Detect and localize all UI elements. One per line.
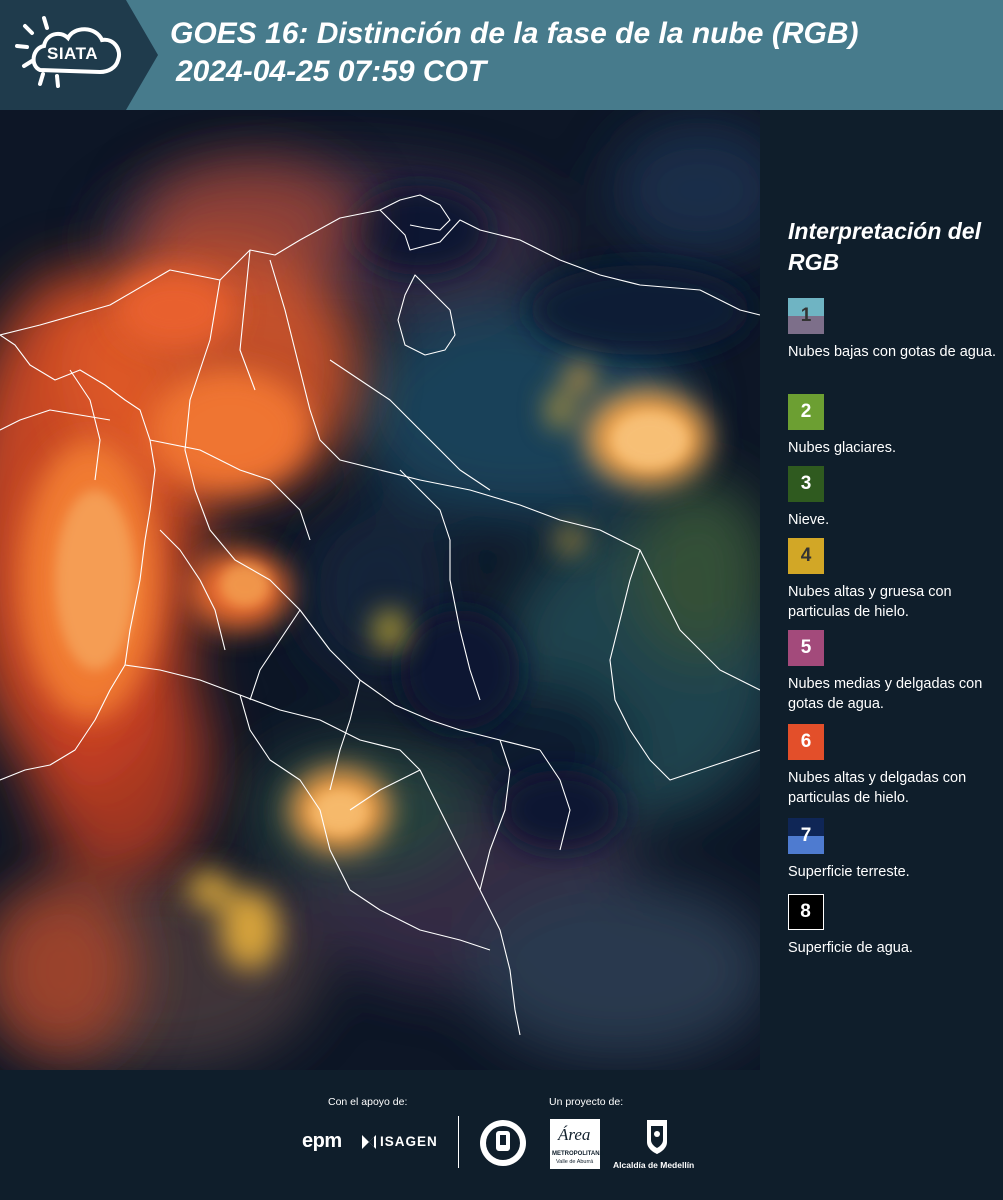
legend-swatch-3: 3 <box>788 466 824 502</box>
legend-label: Nubes altas y gruesa con particulas de h… <box>788 584 952 620</box>
epm-logo: epm <box>302 1130 342 1152</box>
legend-panel: Interpretación del RGB 1 Nubes bajas con… <box>760 110 1003 1070</box>
legend-swatch-5: 5 <box>788 630 824 666</box>
legend-number: 5 <box>800 637 812 658</box>
isagen-icon <box>362 1135 376 1149</box>
legend-number: 2 <box>800 401 812 422</box>
satellite-map <box>0 110 760 1070</box>
medellin-seal-icon <box>480 1120 526 1166</box>
legend-number: 3 <box>800 473 812 494</box>
siata-logo-text: SIATA <box>47 44 98 63</box>
legend-label: Superficie de agua. <box>788 940 913 956</box>
support-label: Con el apoyo de: <box>328 1096 408 1108</box>
legend-number: 1 <box>800 305 812 326</box>
project-label: Un proyecto de: <box>549 1096 624 1108</box>
alcaldia-caption: Alcaldía de Medellín <box>613 1160 695 1170</box>
legend-swatch-2: 2 <box>788 394 824 430</box>
page-timestamp: 2024-04-25 07:59 COT <box>176 55 487 88</box>
footer-divider <box>458 1116 459 1168</box>
legend-title: Interpretación del RGB <box>788 218 981 275</box>
legend-swatch-6: 6 <box>788 724 824 760</box>
area-logo-text: Área <box>558 1125 591 1144</box>
footer: Con el apoyo de: Un proyecto de: epm ISA… <box>0 1070 1003 1200</box>
legend-label: Superficie terreste. <box>788 864 910 880</box>
area-logo-subcaption: Valle de Aburrá <box>556 1159 594 1165</box>
legend-label: Nubes altas y delgadas con particulas de… <box>788 770 967 806</box>
legend-swatch-1: 1 <box>788 298 824 334</box>
legend-label: Nubes medias y delgadas con gotas de agu… <box>788 676 983 712</box>
legend-swatch-4: 4 <box>788 538 824 574</box>
legend-label: Nubes bajas con gotas de agua. <box>788 344 996 360</box>
legend-number: 6 <box>800 731 812 752</box>
legend-swatch-8: 8 <box>788 894 824 930</box>
legend-swatch-7: 7 <box>788 818 824 854</box>
legend-label: Nieve. <box>788 512 830 528</box>
legend-number: 8 <box>800 901 811 922</box>
area-logo-caption: METROPOLITANA <box>552 1151 604 1157</box>
page-title: GOES 16: Distinción de la fase de la nub… <box>170 17 859 50</box>
header-banner: SIATA GOES 16: Distinción de la fase de … <box>0 0 1003 110</box>
siata-logo: SIATA <box>0 0 158 110</box>
rgb-satellite-image <box>0 120 760 1070</box>
legend-number: 4 <box>800 545 812 566</box>
area-metropolitana-logo: Área METROPOLITANA Valle de Aburrá <box>550 1119 604 1169</box>
legend-label: Nubes glaciares. <box>788 440 896 456</box>
isagen-logo: ISAGEN <box>380 1134 438 1149</box>
alcaldia-shield-icon <box>647 1120 667 1154</box>
legend-number: 7 <box>800 825 812 846</box>
